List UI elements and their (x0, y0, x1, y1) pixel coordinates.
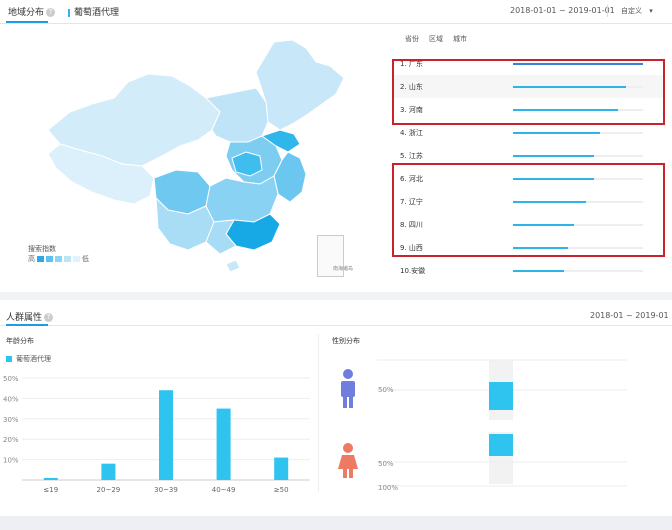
people-title: 人群属性? (6, 310, 54, 323)
female-tick-label: 50% (378, 460, 394, 468)
ranking-label: 10.安徽 (400, 267, 426, 275)
help-icon[interactable]: ? (44, 313, 54, 322)
people-title-label: 人群属性 (6, 313, 43, 323)
divider (607, 5, 608, 17)
age-legend-label: 葡萄酒代理 (16, 355, 51, 363)
ranking-bar-track (513, 270, 643, 272)
help-icon[interactable]: ? (46, 8, 56, 17)
age-chart: 50% 40% 30% 20% 10% ≤19 20~29 30~39 40~49 ≥50 (3, 375, 310, 494)
ranking-bar (513, 270, 564, 272)
age-bar[interactable] (274, 457, 289, 480)
legend-high-label: 高 (28, 255, 35, 263)
region-panel: 地域分布? 葡萄酒代理 2018-01-01 ~ 2019-01-01 自定义 … (0, 0, 672, 290)
age-legend: 葡萄酒代理 (6, 354, 51, 364)
x-tick-label: ≤19 (43, 486, 58, 494)
people-date-range: 2018-01 ~ 2019-01 (590, 311, 669, 320)
x-tick-label: 40~49 (212, 486, 236, 494)
legend-swatch (46, 256, 53, 262)
tab-area[interactable]: 区域 (429, 34, 443, 44)
active-tab-indicator (6, 324, 48, 326)
female-bar[interactable] (489, 434, 513, 456)
caret-down-icon: ▾ (649, 7, 653, 15)
legend-swatch (37, 256, 44, 262)
y-tick-label: 40% (3, 395, 19, 403)
x-tick-label: 20~29 (97, 486, 121, 494)
x-tick-label: ≥50 (274, 486, 289, 494)
ranking-label: 5. 江苏 (400, 152, 423, 160)
age-title: 年龄分布 (6, 337, 34, 345)
ranking-bar (513, 155, 594, 157)
y-tick-label: 30% (3, 416, 19, 424)
china-map (47, 39, 345, 273)
date-range[interactable]: 2018-01-01 ~ 2019-01-01 (510, 6, 615, 15)
tab-province[interactable]: 省份 (405, 34, 419, 44)
south-sea-label: 南海诸岛 (333, 266, 354, 272)
x-tick-label: 30~39 (154, 486, 178, 494)
keyword-color-mark (68, 8, 70, 17)
vertical-divider (318, 334, 319, 492)
female-icon (338, 443, 358, 478)
region-header: 地域分布? 葡萄酒代理 2018-01-01 ~ 2019-01-01 自定义 … (0, 0, 672, 24)
map-legend-title: 搜索指数 (28, 245, 56, 253)
y-tick-label: 10% (3, 457, 19, 465)
legend-swatch (64, 256, 71, 262)
female-tick-label: 100% (378, 484, 398, 492)
map-region-hainan[interactable] (225, 259, 241, 273)
map-legend: 高 低 (28, 254, 89, 264)
y-tick-label: 50% (3, 375, 19, 383)
keyword-label: 葡萄酒代理 (74, 8, 120, 18)
age-bar[interactable] (216, 408, 231, 480)
custom-date-dropdown[interactable]: 自定义 ▾ (621, 6, 653, 16)
tab-region-label: 地域分布 (8, 8, 45, 18)
male-tick-label: 50% (378, 386, 394, 394)
gender-title: 性别分布 (332, 337, 360, 345)
gender-chart: 50% 50% 100% (338, 359, 627, 492)
legend-swatch (55, 256, 62, 262)
keyword-legend: 葡萄酒代理 (68, 5, 119, 18)
age-bar[interactable] (101, 463, 116, 480)
bottom-strip (0, 516, 672, 530)
age-legend-swatch (6, 356, 12, 362)
ranking-bar (513, 132, 601, 134)
ranking-bar-track (513, 132, 643, 134)
tab-region[interactable]: 地域分布? (8, 5, 56, 18)
ranking-row[interactable]: 10.安徽 (392, 259, 664, 282)
male-icon (341, 369, 355, 408)
people-header: 人群属性? 2018-01 ~ 2019-01 (0, 302, 672, 326)
highlight-box (392, 163, 665, 257)
ranking-tabs: 省份 区域 城市 (405, 34, 467, 44)
male-bar[interactable] (489, 382, 513, 410)
active-tab-indicator (6, 21, 48, 23)
ranking-label: 4. 浙江 (400, 129, 423, 137)
ranking-bar-track (513, 155, 643, 157)
legend-low-label: 低 (82, 255, 89, 263)
map-region-northeast[interactable] (255, 39, 345, 131)
highlight-box (392, 59, 665, 125)
age-bar[interactable] (43, 477, 58, 480)
tab-city[interactable]: 城市 (453, 34, 467, 44)
custom-label: 自定义 (621, 7, 642, 15)
y-tick-label: 20% (3, 436, 19, 444)
section-separator (0, 292, 672, 300)
map-region-henan[interactable] (231, 151, 263, 177)
legend-swatch (73, 256, 80, 262)
age-bar[interactable] (159, 390, 173, 480)
